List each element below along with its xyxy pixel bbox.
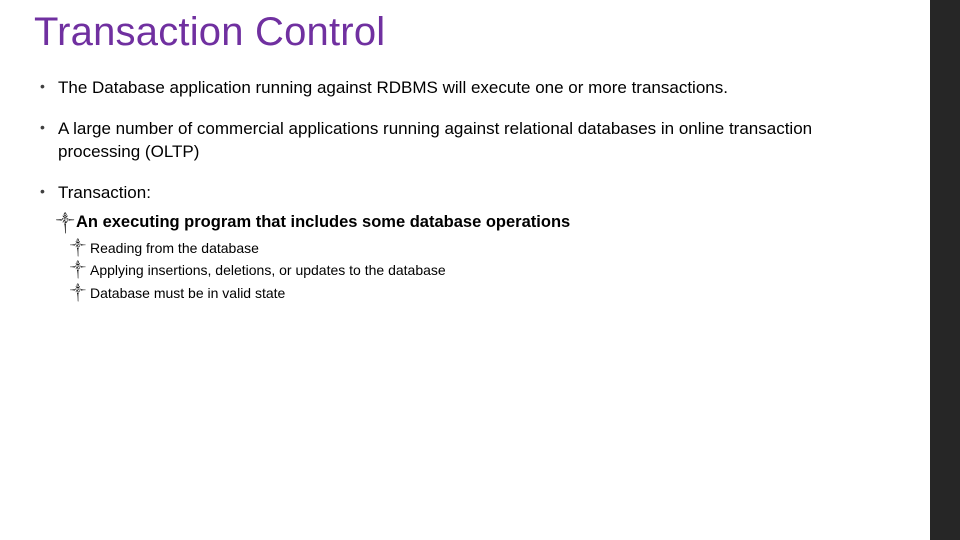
bullet-text: The Database application running against… — [58, 78, 728, 97]
sub2-item: ༒ Reading from the database — [72, 237, 890, 259]
flourish-icon: ༒ — [70, 238, 86, 257]
bullet-text: Transaction: — [58, 183, 151, 202]
sub2-text: Database must be in valid state — [90, 285, 285, 301]
sub2-text: Reading from the database — [90, 240, 259, 256]
sub-list-1: ༒ An executing program that includes som… — [58, 211, 890, 304]
slide: Transaction Control The Database applica… — [0, 0, 960, 540]
flourish-icon: ༒ — [70, 283, 86, 302]
sub-list-2: ༒ Reading from the database ༒ Applying i… — [72, 237, 890, 304]
slide-title: Transaction Control — [34, 10, 890, 55]
flourish-icon: ༒ — [70, 260, 86, 279]
sub1-item: ༒ An executing program that includes som… — [58, 211, 890, 233]
bullet-item: The Database application running against… — [40, 77, 890, 100]
right-side-bar — [930, 0, 960, 540]
sub2-text: Applying insertions, deletions, or updat… — [90, 262, 446, 278]
bullet-item: A large number of commercial application… — [40, 118, 890, 164]
bullet-text: A large number of commercial application… — [58, 119, 812, 161]
sub2-item: ༒ Applying insertions, deletions, or upd… — [72, 259, 890, 281]
bullet-item: Transaction: ༒ An executing program that… — [40, 182, 890, 304]
bullet-list: The Database application running against… — [40, 77, 890, 304]
sub1-text: An executing program that includes some … — [76, 213, 570, 231]
content-area: Transaction Control The Database applica… — [0, 0, 930, 322]
flourish-icon: ༒ — [56, 213, 74, 232]
sub2-item: ༒ Database must be in valid state — [72, 282, 890, 304]
